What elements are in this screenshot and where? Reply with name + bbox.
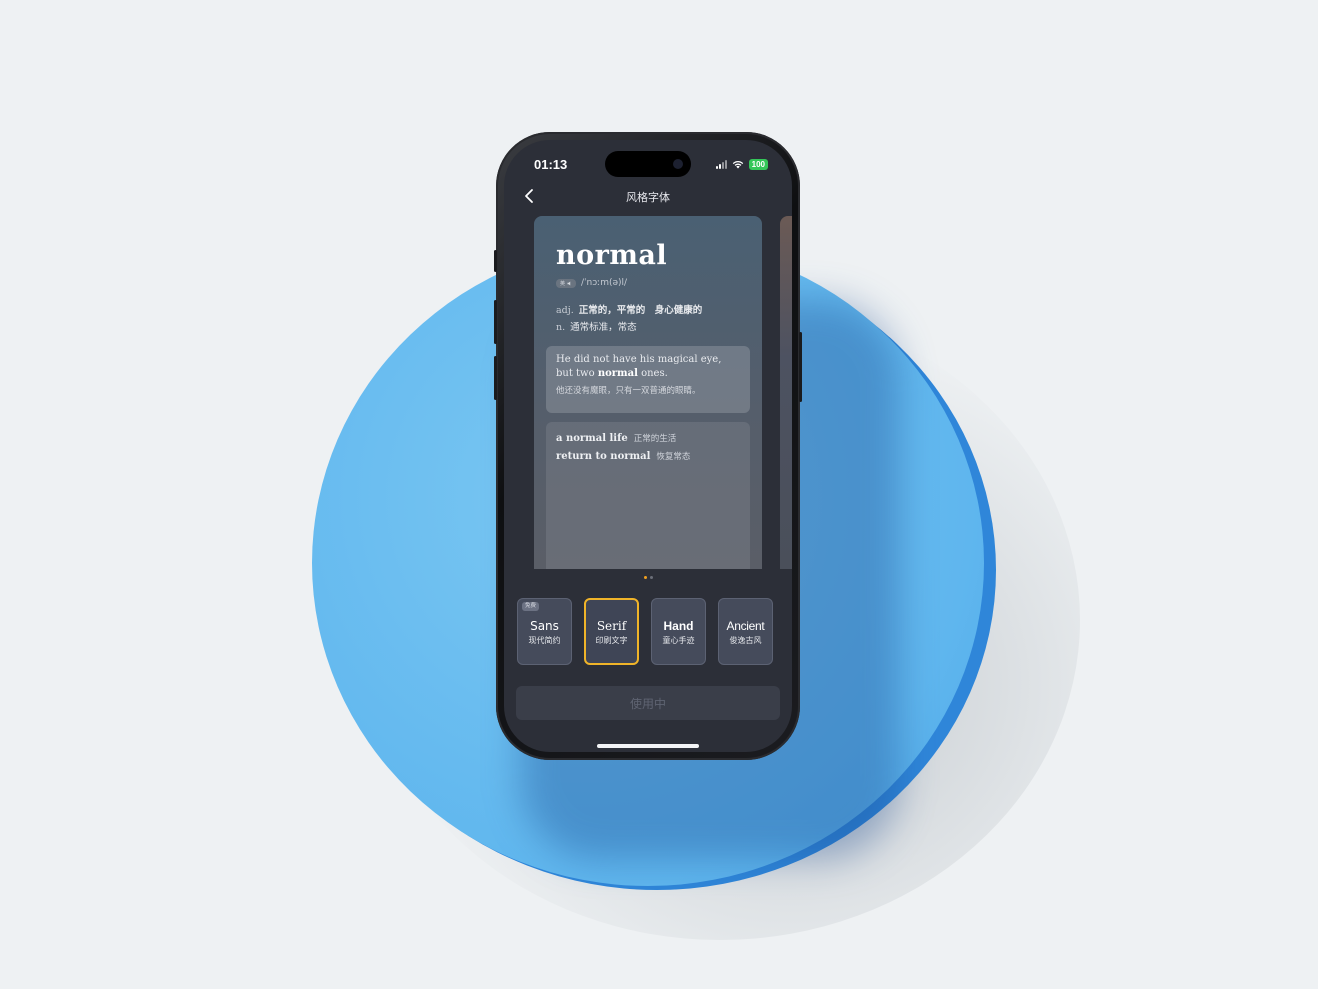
font-option-subtitle: 现代简约 <box>528 636 561 645</box>
example-english: He did not have his magical eye, but two… <box>556 354 722 379</box>
next-card-peek[interactable] <box>780 216 792 569</box>
page-title: 风格字体 <box>626 191 670 204</box>
font-option-name: Hand <box>663 619 694 633</box>
font-option-subtitle: 童心手迹 <box>662 636 695 645</box>
definition-pos: adj. <box>556 305 574 316</box>
phrase-item: return to normal 恢复常态 <box>556 448 740 466</box>
speaker-icon <box>567 281 571 285</box>
action-button <box>494 250 497 272</box>
page-dot-active <box>643 576 647 579</box>
accent-label: 英 <box>560 280 566 287</box>
font-option-sans[interactable]: 免费 Sans 现代简约 <box>517 598 572 665</box>
phrase-chinese: 恢复常态 <box>656 452 691 462</box>
font-option-name: Serif <box>596 619 627 633</box>
cellular-signal-icon <box>715 160 727 169</box>
screen: 01:13 100 风格字体 normal 英 /ˈnɔːm(ə)l/ adj.… <box>504 140 792 752</box>
font-option-hand[interactable]: Hand 童心手迹 <box>651 598 706 665</box>
phone-frame: 01:13 100 风格字体 normal 英 /ˈnɔːm(ə)l/ adj.… <box>494 132 802 760</box>
pronounce-button[interactable]: 英 <box>556 278 577 288</box>
word-headword: normal <box>556 240 668 271</box>
font-option-subtitle: 俊逸古风 <box>729 636 762 645</box>
pronunciation-row: 英 /ˈnɔːm(ə)l/ <box>556 278 627 288</box>
wifi-icon <box>732 160 744 169</box>
phrase-chinese: 正常的生活 <box>633 434 677 444</box>
dynamic-island <box>605 151 691 177</box>
example-sentence: He did not have his magical eye, but two… <box>546 346 750 413</box>
font-option-serif[interactable]: Serif 印刷文字 <box>584 598 639 665</box>
phonetic-text: /ˈnɔːm(ə)l/ <box>581 278 628 288</box>
phrase-english: a normal life <box>556 433 628 444</box>
phrase-item: a normal life 正常的生活 <box>556 430 740 448</box>
definition-pos: n. <box>556 322 566 333</box>
definition-meaning: 正常的，平常的 身心健康的 <box>578 305 703 316</box>
font-style-options: 免费 Sans 现代简约 Serif 印刷文字 Hand 童心手迹 Ancien… <box>517 598 773 665</box>
free-badge: 免费 <box>522 602 540 611</box>
battery-indicator: 100 <box>748 159 768 170</box>
phrase-english: return to normal <box>556 451 651 462</box>
font-option-subtitle: 印刷文字 <box>595 636 628 645</box>
in-use-button[interactable]: 使用中 <box>516 686 780 720</box>
status-time: 01:13 <box>534 157 568 172</box>
camera-icon <box>673 159 683 169</box>
definition-noun: n. 通常标准，常态 <box>556 319 637 333</box>
font-option-name: Ancient <box>726 619 765 633</box>
volume-up-button <box>494 300 497 344</box>
definition-meaning: 通常标准，常态 <box>570 322 637 333</box>
font-option-ancient[interactable]: Ancient 俊逸古风 <box>718 598 773 665</box>
font-option-name: Sans <box>530 619 559 633</box>
phrases-section: a normal life 正常的生活 return to normal 恢复常态 <box>546 422 750 569</box>
power-button <box>799 332 802 402</box>
page-dot <box>649 576 653 579</box>
definition-adj: adj. 正常的，平常的 身心健康的 <box>556 302 702 316</box>
word-card-preview[interactable]: normal 英 /ˈnɔːm(ə)l/ adj. 正常的，平常的 身心健康的 n… <box>534 216 762 569</box>
page-indicator <box>504 576 792 579</box>
example-chinese: 他还没有魔眼，只有一双普通的眼睛。 <box>556 386 701 396</box>
home-indicator[interactable] <box>597 744 699 748</box>
volume-down-button <box>494 356 497 400</box>
status-icons: 100 <box>715 159 768 170</box>
